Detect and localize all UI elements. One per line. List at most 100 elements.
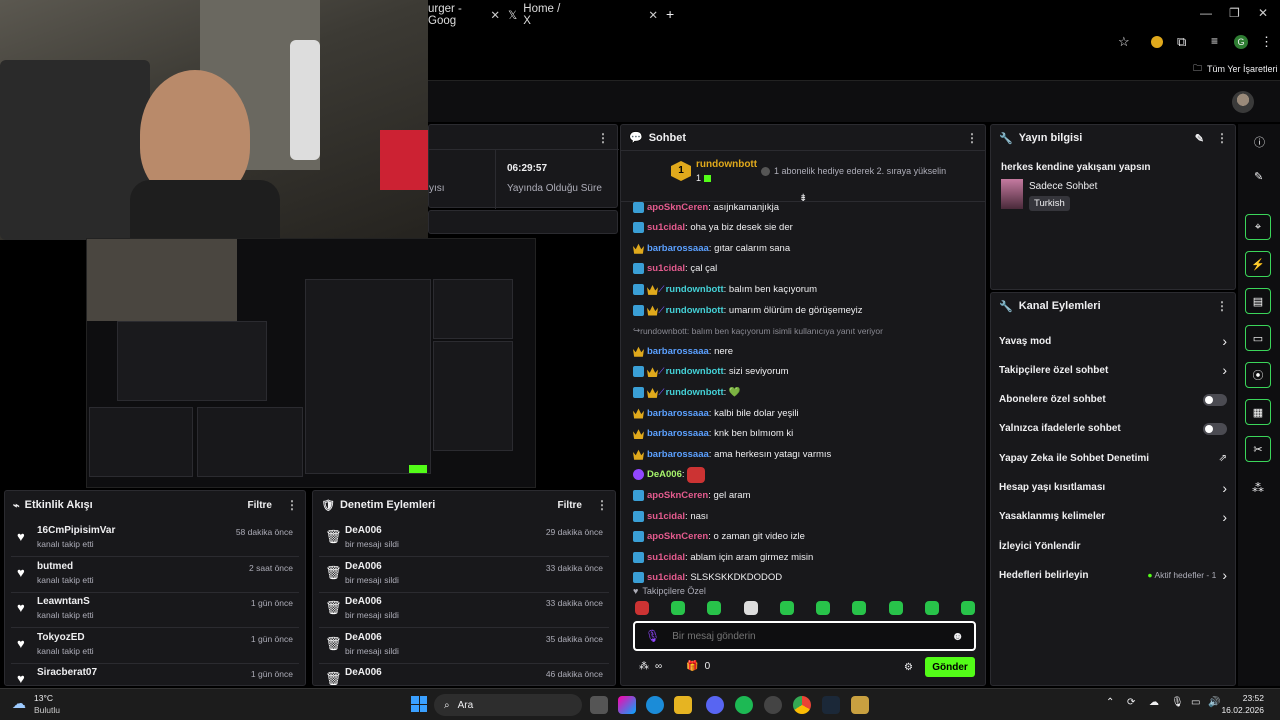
chat-message[interactable]: barbarossaaa: knk ben bılmıom ki [633,425,967,443]
browser-tab[interactable]: urger - Goog ✕ [428,3,500,27]
profile-avatar[interactable]: G [1234,35,1248,49]
chat-username[interactable]: rundownbott [666,387,724,398]
info-icon[interactable]: ⓘ [1254,134,1265,150]
chat-message[interactable]: su1cidal: SLSKSKKDKDODOD [633,569,967,587]
feed-row[interactable]: 🗑 DeA006 46 dakika önce [319,663,609,685]
feed-row[interactable]: 🗑 DeA006 bir mesajı sildi 33 dakika önce [319,592,609,628]
chat-message[interactable]: apoSknCeren: asıjnkamanjıkja [633,198,967,216]
feed-row[interactable]: ♥ LeawntanS kanalı takip etti 1 gün önce [11,592,299,628]
category-thumbnail[interactable] [1001,179,1023,209]
send-button[interactable]: Gönder [925,657,975,677]
minimize-icon[interactable]: — [1200,6,1212,20]
feed-username[interactable]: Siracberat07 [37,667,97,678]
network-icon[interactable]: ▭ [1191,697,1200,708]
toggle-switch[interactable] [1203,422,1227,435]
chat-input-box[interactable]: 🎙 ☻ [633,621,976,651]
feed-username[interactable]: 16CmPipisimVar [37,525,115,536]
filter-button[interactable]: Filtre [248,500,272,511]
chat-username[interactable]: barbarossaaa [647,346,709,357]
tools-icon[interactable]: ✂ [1245,436,1271,462]
microphone-icon[interactable]: 🎙 [1171,697,1184,708]
emote-button[interactable] [635,601,649,615]
channel-action-row[interactable]: Yavaş mod › [999,331,1227,351]
chat-bubble-icon[interactable]: ▭ [1245,325,1271,351]
chevron-right-icon[interactable]: › [1222,567,1227,583]
maximize-icon[interactable]: ❐ [1229,6,1240,20]
filter-button[interactable]: Filtre [558,500,582,511]
chevron-right-icon[interactable]: › [1222,480,1227,496]
cloud-icon[interactable]: ☁ [1149,697,1159,708]
category-name[interactable]: Sadece Sohbet [1029,181,1097,192]
channel-action-row[interactable]: Abonelere özel sohbet [999,390,1227,410]
chat-username[interactable]: su1cidal [647,572,685,583]
emoji-icon[interactable]: ☻ [951,629,964,643]
edge-icon[interactable] [646,696,664,714]
chat-message[interactable]: barbarossaaa: nere [633,342,967,360]
close-icon[interactable]: ✕ [648,8,658,22]
feed-row[interactable]: ♥ 16CmPipisimVar kanalı takip etti 58 dakik… [11,521,299,557]
steam-icon[interactable] [822,696,840,714]
chat-message[interactable]: barbarossaaa: ama herkesın yatagı varmıs [633,445,967,463]
chat-message[interactable]: barbarossaaa: gıtar calarım sana [633,239,967,257]
chat-username[interactable]: su1cidal [647,222,685,233]
emote-button[interactable] [671,601,686,615]
chat-message[interactable]: su1cidal: çal çal [633,260,967,278]
chat-message[interactable]: DeA006: [633,466,967,484]
media-icon[interactable]: ≡ [1211,34,1218,48]
more-icon[interactable]: ⋮ [966,131,978,145]
document-icon[interactable]: ▤ [1245,288,1271,314]
chevron-up-icon[interactable]: ⌃ [1106,697,1114,708]
feed-row[interactable]: 🗑 DeA006 bir mesajı sildi 33 dakika önce [319,557,609,593]
feed-row[interactable]: 🗑 DeA006 bir mesajı sildi 29 dakika önce [319,521,609,557]
star-icon[interactable]: ☆ [1118,34,1130,50]
chat-message[interactable]: su1cidal: nası [633,507,967,525]
close-window-icon[interactable]: ✕ [1258,6,1268,20]
chat-username[interactable]: rundownbott [666,305,724,316]
chat-username[interactable]: su1cidal [647,263,685,274]
clock-time[interactable]: 23:52 [1228,693,1264,703]
chat-username[interactable]: barbarossaaa [647,408,709,419]
microphone-icon[interactable]: 🎙 [645,629,660,643]
channel-action-row[interactable]: Yapay Zeka ile Sohbet Denetimi ⇗ [999,448,1227,468]
chat-username[interactable]: su1cidal [647,552,685,563]
chrome-icon[interactable] [793,696,811,714]
emote-button[interactable] [743,601,758,615]
chevron-right-icon[interactable]: › [1222,362,1227,378]
chat-message[interactable]: ⁄ rundownbott: umarım ölürüm de görüşemey… [633,301,967,319]
chat-username[interactable]: apoSknCeren [647,202,708,213]
feed-username[interactable]: DeA006 [345,667,382,678]
chat-message[interactable]: ⁄ rundownbott: 💚 [633,383,967,401]
emote-button[interactable] [960,601,975,615]
chat-message[interactable]: apoSknCeren: gel aram [633,486,967,504]
lightning-icon[interactable]: ⚡ [1245,251,1271,277]
chat-input[interactable] [672,630,952,642]
chat-message[interactable]: su1cidal: ablam için aram girmez misin [633,548,967,566]
feed-username[interactable]: DeA006 [345,596,382,607]
feed-username[interactable]: DeA006 [345,561,382,572]
spotify-icon[interactable] [735,696,753,714]
more-icon[interactable]: ⋮ [1216,131,1228,145]
feed-row[interactable]: ♥ butmed kanalı takip etti 2 saat önce [11,557,299,593]
weather-temp[interactable]: 13°C [34,693,53,703]
pencil-icon[interactable]: ✎ [1254,170,1263,183]
clock-date[interactable]: 16.02.2026 [1214,705,1264,715]
feed-row[interactable]: ♥ TokyozED kanalı takip etti 1 gün önce [11,628,299,664]
feed-username[interactable]: LeawntanS [37,596,90,607]
chat-message[interactable]: barbarossaaa: kalbi bile dolar yeşili [633,404,967,422]
chevron-right-icon[interactable]: › [1222,509,1227,525]
more-icon[interactable]: ⋮ [597,131,609,145]
emote-button[interactable] [888,601,903,615]
more-icon[interactable]: ⋮ [596,498,608,512]
taskbar-search[interactable]: ⌕ Ara [434,694,582,716]
top-gifter-name[interactable]: rundownbott [696,159,757,170]
weather-desc[interactable]: Bulutlu [34,705,60,715]
league-icon[interactable] [851,696,869,714]
chat-message[interactable]: apoSknCeren: o zaman git video izle [633,528,967,546]
user-avatar[interactable] [1232,91,1254,113]
extension-icon[interactable] [1151,36,1163,48]
channel-action-row[interactable]: Hesap yaşı kısıtlaması › [999,478,1227,498]
chat-username[interactable]: barbarossaaa [647,449,709,460]
app-icon[interactable] [764,696,782,714]
edit-icon[interactable]: ✎ [1195,132,1204,145]
puzzle-icon[interactable]: ⧉ [1177,34,1186,50]
